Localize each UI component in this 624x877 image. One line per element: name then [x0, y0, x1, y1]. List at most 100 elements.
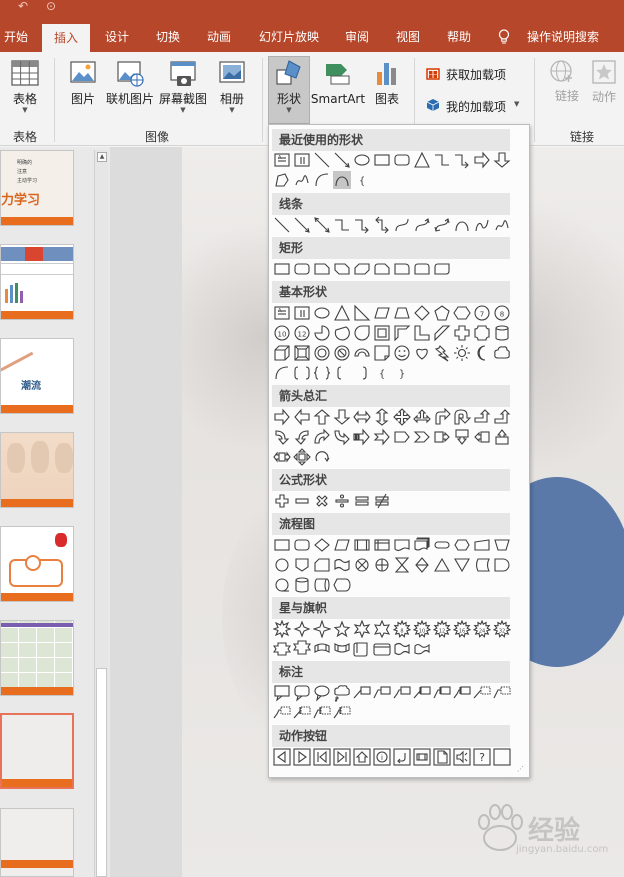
tab-review[interactable]: 审阅	[337, 22, 377, 52]
shape-linecallout3c-icon[interactable]	[333, 704, 351, 722]
shape-minus-icon[interactable]	[293, 492, 311, 510]
tab-slideshow[interactable]: 幻灯片放映	[254, 22, 324, 52]
shape-elbowdbl-icon[interactable]	[373, 216, 391, 234]
shape-curvearrow-icon[interactable]	[413, 216, 431, 234]
shape-bentup-icon[interactable]	[493, 408, 511, 426]
shape-udarrow-icon[interactable]	[373, 408, 391, 426]
shape-plus-icon[interactable]	[453, 324, 471, 342]
shape-roundcallout-icon[interactable]	[293, 684, 311, 702]
shape-plaque-icon[interactable]	[473, 324, 491, 342]
shape-ucallout-icon[interactable]	[493, 428, 511, 446]
shape-bracepair-icon[interactable]	[313, 364, 331, 382]
shape-foffpage-icon[interactable]	[293, 556, 311, 574]
shape-abtn_info-icon[interactable]: i	[373, 748, 391, 766]
shape-halfframe-icon[interactable]	[393, 324, 411, 342]
shape-oval-icon[interactable]	[353, 151, 371, 169]
shape-fextract-icon[interactable]	[433, 556, 451, 574]
shape-pentarrow-icon[interactable]	[393, 428, 411, 446]
shape-lrarrow-icon[interactable]	[353, 408, 371, 426]
shape-fpredef-icon[interactable]	[353, 536, 371, 554]
shape-fmanual-icon[interactable]	[473, 536, 491, 554]
shape-fconnector-icon[interactable]	[273, 556, 291, 574]
shape-diagstripe-icon[interactable]	[433, 324, 451, 342]
present-icon[interactable]: ⊙	[46, 0, 56, 14]
shape-elbowarrow-icon[interactable]	[453, 151, 471, 169]
shape-abtn_doc-icon[interactable]	[433, 748, 451, 766]
shape-round2-icon[interactable]	[413, 260, 431, 278]
shape-rarrow-icon[interactable]	[473, 151, 491, 169]
shape-triangle-icon[interactable]	[333, 304, 351, 322]
shape-star5-icon[interactable]	[333, 620, 351, 638]
shape-abtn_return-icon[interactable]	[393, 748, 411, 766]
shape-curvedribbon-icon[interactable]	[313, 640, 331, 658]
shape-fsumming-icon[interactable]	[353, 556, 371, 574]
screenshot-button[interactable]: 屏幕截图 ▼	[158, 58, 208, 114]
shape-s10-icon[interactable]: 10	[413, 620, 431, 638]
shape-notequal-icon[interactable]	[373, 492, 391, 510]
shape-vtextbox-icon[interactable]	[293, 151, 311, 169]
shape-n7-icon[interactable]: 7	[473, 304, 491, 322]
shape-star4-icon[interactable]	[313, 620, 331, 638]
shape-round1-icon[interactable]	[393, 260, 411, 278]
shape-snip1-icon[interactable]	[313, 260, 331, 278]
shape-brace-icon[interactable]: {	[353, 171, 371, 189]
shape-linecallout2-icon[interactable]	[373, 684, 391, 702]
shape-smiley-icon[interactable]	[393, 344, 411, 362]
shape-abtn_movie-icon[interactable]	[413, 748, 431, 766]
shape-cube-icon[interactable]	[273, 344, 291, 362]
tab-home[interactable]: 开始	[0, 22, 32, 52]
shape-exp8-icon[interactable]	[273, 620, 291, 638]
shape-rectcallout-icon[interactable]	[273, 684, 291, 702]
shape-blockarc-icon[interactable]	[353, 344, 371, 362]
shape-exp4-icon[interactable]	[293, 620, 311, 638]
shape-vtextbox-icon[interactable]	[293, 304, 311, 322]
shape-stripedr-icon[interactable]	[353, 428, 371, 446]
tab-transitions[interactable]: 切换	[148, 22, 188, 52]
shape-help-icon[interactable]: ?	[473, 748, 491, 766]
shape-lrup-icon[interactable]	[413, 408, 431, 426]
shape-lbracket-icon[interactable]	[333, 364, 351, 382]
shape-rounddiag-icon[interactable]	[433, 260, 451, 278]
shape-abtn_begin-icon[interactable]	[313, 748, 331, 766]
shape-fprocess-icon[interactable]	[273, 536, 291, 554]
shape-snip2-icon[interactable]	[333, 260, 351, 278]
shape-s12-icon[interactable]: 12	[433, 620, 451, 638]
shape-rcallout-icon[interactable]	[433, 428, 451, 446]
shape-rb-icon[interactable]: }	[393, 364, 411, 382]
shape-fstored-icon[interactable]	[473, 556, 491, 574]
shape-bentarrow-icon[interactable]	[433, 408, 451, 426]
shape-n10-icon[interactable]: 10	[273, 324, 291, 342]
shape-foldcorner-icon[interactable]	[373, 344, 391, 362]
undo-icon[interactable]: ↶	[18, 0, 28, 14]
tab-view[interactable]: 视图	[388, 22, 428, 52]
shape-freeform-icon[interactable]	[473, 216, 491, 234]
shape-s8-icon[interactable]: 8	[393, 620, 411, 638]
shape-round-icon[interactable]	[293, 260, 311, 278]
shapes-button[interactable]: 形状 ▼	[270, 58, 308, 114]
shape-textbox-icon[interactable]: A	[273, 151, 291, 169]
shape-fdecision-icon[interactable]	[313, 536, 331, 554]
picture-button[interactable]: 图片	[64, 58, 102, 106]
slide-thumbnail-5[interactable]	[0, 526, 74, 602]
shape-arrowline-icon[interactable]	[293, 216, 311, 234]
shape-linecallout2a-icon[interactable]	[433, 684, 451, 702]
shape-lshape-icon[interactable]	[413, 324, 431, 342]
tab-design[interactable]: 设计	[97, 22, 137, 52]
slide-thumbnail-7-selected[interactable]	[0, 713, 74, 789]
shape-textbox-icon[interactable]: A	[273, 304, 291, 322]
shape-curvedd-icon[interactable]	[333, 428, 351, 446]
shape-abtn_blank-icon[interactable]	[493, 748, 511, 766]
shape-n8-icon[interactable]: 8	[493, 304, 511, 322]
shape-for-icon[interactable]	[373, 556, 391, 574]
shape-fdoc-icon[interactable]	[393, 536, 411, 554]
shape-linecallout3b-icon[interactable]	[273, 704, 291, 722]
shape-lup-icon[interactable]	[473, 408, 491, 426]
link-button[interactable]: 链接	[544, 58, 580, 103]
shape-bracketpair-icon[interactable]	[293, 364, 311, 382]
shape-parallel-icon[interactable]	[373, 304, 391, 322]
shape-arcline-icon[interactable]	[333, 171, 351, 189]
shape-lb-icon[interactable]: {	[373, 364, 391, 382]
shape-curve-icon[interactable]	[393, 216, 411, 234]
shape-cloudcallout-icon[interactable]	[333, 684, 351, 702]
shape-fmerge-icon[interactable]	[453, 556, 471, 574]
